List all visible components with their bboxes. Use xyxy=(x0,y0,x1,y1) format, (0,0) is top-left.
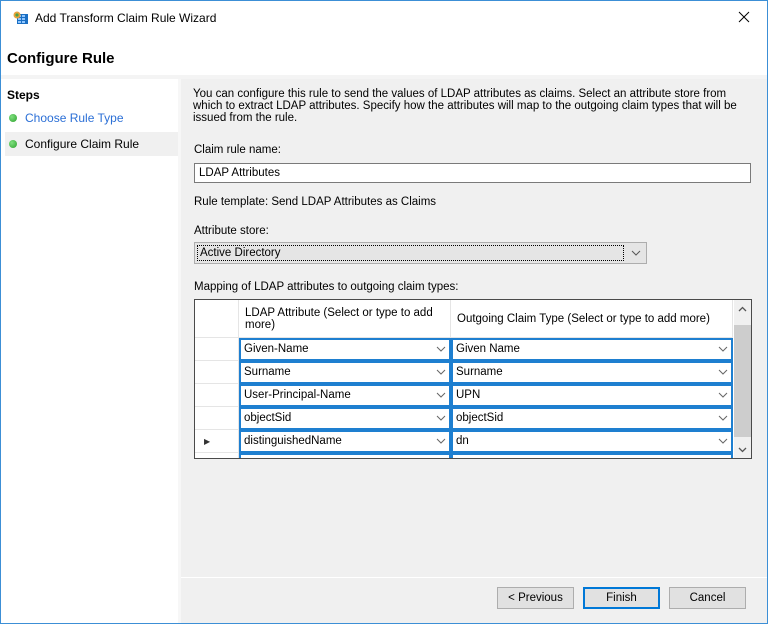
green-dot-icon xyxy=(9,114,17,122)
claim-type-cell[interactable]: dn xyxy=(451,430,733,453)
ldap-attribute-value: User-Principal-Name xyxy=(244,389,351,401)
ldap-attribute-cell[interactable]: Given-Name xyxy=(239,338,451,361)
finish-button[interactable]: Finish xyxy=(583,587,660,609)
claim-type-cell[interactable]: Given Name xyxy=(451,338,733,361)
claim-type-cell[interactable]: UPN xyxy=(451,384,733,407)
page-title: Configure Rule xyxy=(7,50,115,67)
previous-button[interactable]: < Previous xyxy=(497,587,574,609)
grid-corner-header xyxy=(195,300,239,338)
grid-vertical-scrollbar[interactable] xyxy=(734,300,751,458)
wizard-window: Add Transform Claim Rule Wizard Configur… xyxy=(0,0,768,624)
chevron-down-icon[interactable] xyxy=(718,413,728,423)
claim-type-cell[interactable]: objectSid xyxy=(451,407,733,430)
table-row: Given-Name Given Name xyxy=(195,338,733,361)
step-label: Configure Claim Rule xyxy=(25,137,140,151)
table-row: objectSid objectSid xyxy=(195,407,733,430)
green-dot-icon xyxy=(9,140,17,148)
ldap-attribute-value: objectSid xyxy=(244,412,292,424)
table-row: Surname Surname xyxy=(195,361,733,384)
close-icon xyxy=(738,11,750,23)
footer-divider xyxy=(181,577,767,578)
chevron-down-icon[interactable] xyxy=(718,390,728,400)
cancel-button[interactable]: Cancel xyxy=(669,587,746,609)
claim-type-value: objectSid xyxy=(456,412,504,424)
title-bar: Add Transform Claim Rule Wizard xyxy=(1,1,767,35)
chevron-down-icon[interactable] xyxy=(436,344,446,354)
ldap-attribute-cell[interactable]: objectSid xyxy=(239,407,451,430)
chevron-down-icon[interactable] xyxy=(436,390,446,400)
claim-type-value: Surname xyxy=(456,366,503,378)
column-header-outgoing-claim-type[interactable]: Outgoing Claim Type (Select or type to a… xyxy=(451,300,733,338)
row-header[interactable] xyxy=(195,384,239,407)
row-header[interactable] xyxy=(195,453,239,458)
ldap-attribute-cell[interactable] xyxy=(239,453,451,458)
ldap-attribute-cell[interactable]: Surname xyxy=(239,361,451,384)
claim-type-value: UPN xyxy=(456,389,481,401)
chevron-down-icon[interactable] xyxy=(436,367,446,377)
window-title: Add Transform Claim Rule Wizard xyxy=(35,11,217,25)
claim-rule-name-label: Claim rule name: xyxy=(194,144,281,156)
row-header[interactable]: ▶ xyxy=(195,430,239,453)
claim-type-cell[interactable]: Surname xyxy=(451,361,733,384)
steps-sidebar: Steps Choose Rule Type Configure Claim R… xyxy=(1,79,178,623)
claim-type-value: dn xyxy=(456,435,469,447)
main-panel: You can configure this rule to send the … xyxy=(181,79,767,623)
rule-description: You can configure this rule to send the … xyxy=(193,88,737,124)
attribute-store-select[interactable]: Active Directory xyxy=(194,242,647,264)
attribute-store-value: Active Directory xyxy=(197,245,624,261)
claim-rule-name-input[interactable]: LDAP Attributes xyxy=(194,163,751,183)
ldap-attribute-cell[interactable]: distinguishedName xyxy=(239,430,451,453)
scroll-up-button[interactable] xyxy=(734,300,751,317)
mapping-label: Mapping of LDAP attributes to outgoing c… xyxy=(194,281,459,293)
column-header-ldap-attribute[interactable]: LDAP Attribute (Select or type to add mo… xyxy=(239,300,451,338)
mapping-grid: LDAP Attribute (Select or type to add mo… xyxy=(194,299,752,459)
row-header[interactable] xyxy=(195,407,239,430)
row-header[interactable] xyxy=(195,361,239,384)
ldap-attribute-value: Surname xyxy=(244,366,291,378)
adfs-wizard-icon xyxy=(13,11,29,25)
ldap-attribute-value: Given-Name xyxy=(244,343,309,355)
table-row: User-Principal-Name UPN xyxy=(195,384,733,407)
step-label: Choose Rule Type xyxy=(25,111,124,125)
step-configure-claim-rule: Configure Claim Rule xyxy=(5,132,178,156)
row-header[interactable] xyxy=(195,338,239,361)
table-row-current: ▶ distinguishedName dn xyxy=(195,430,733,453)
scroll-thumb[interactable] xyxy=(734,325,751,437)
step-choose-rule-type[interactable]: Choose Rule Type xyxy=(5,106,178,130)
chevron-down-icon[interactable] xyxy=(626,243,646,263)
scroll-down-button[interactable] xyxy=(734,441,751,458)
close-button[interactable] xyxy=(721,1,767,33)
ldap-attribute-cell[interactable]: User-Principal-Name xyxy=(239,384,451,407)
current-row-arrow-icon: ▶ xyxy=(204,436,211,446)
chevron-up-icon xyxy=(738,306,747,311)
claim-type-cell[interactable] xyxy=(451,453,733,458)
claim-type-value: Given Name xyxy=(456,343,520,355)
chevron-down-icon[interactable] xyxy=(718,367,728,377)
chevron-down-icon[interactable] xyxy=(718,344,728,354)
ldap-attribute-value: distinguishedName xyxy=(244,435,342,447)
attribute-store-label: Attribute store: xyxy=(194,225,269,237)
table-row-new xyxy=(195,453,733,458)
chevron-down-icon[interactable] xyxy=(436,436,446,446)
chevron-down-icon xyxy=(738,447,747,452)
rule-template-text: Rule template: Send LDAP Attributes as C… xyxy=(194,196,437,208)
steps-title: Steps xyxy=(7,88,40,102)
chevron-down-icon[interactable] xyxy=(436,413,446,423)
chevron-down-icon[interactable] xyxy=(718,436,728,446)
